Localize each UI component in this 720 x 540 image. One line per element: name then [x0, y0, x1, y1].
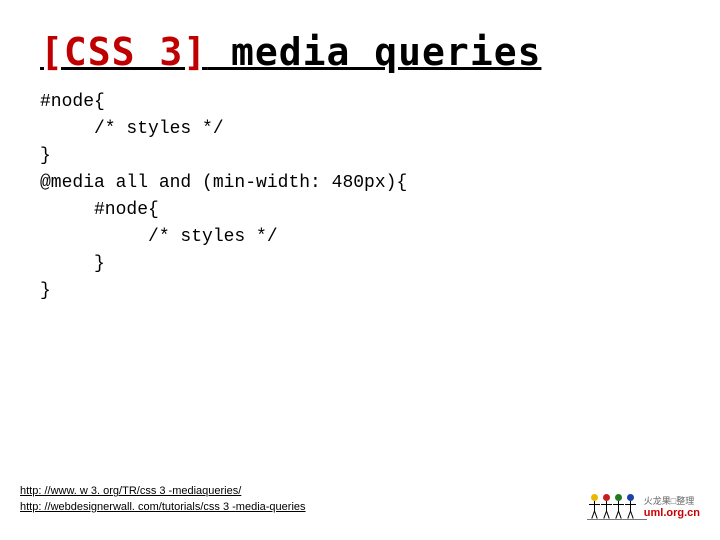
footer-links: http: //www. w 3. org/TR/css 3 -mediaque… [20, 484, 306, 515]
slide: [CSS 3] media queries #node{ /* styles *… [0, 0, 720, 540]
stick-figure-icon [590, 494, 638, 522]
logo-brand: uml.org.cn [644, 507, 700, 520]
logo-text: 火龙果□整理 uml.org.cn [644, 496, 700, 520]
slide-title: [CSS 3] media queries [40, 30, 680, 74]
title-bracket: [CSS 3] [40, 30, 207, 74]
title-rest: media queries [207, 30, 541, 74]
reference-link-1[interactable]: http: //www. w 3. org/TR/css 3 -mediaque… [20, 484, 306, 499]
footer-logo: 火龙果□整理 uml.org.cn [590, 494, 700, 522]
logo-tagline: 火龙果□整理 [644, 496, 700, 507]
reference-link-2[interactable]: http: //webdesignerwall. com/tutorials/c… [20, 500, 306, 515]
code-block: #node{ /* styles */ } @media all and (mi… [40, 89, 680, 305]
